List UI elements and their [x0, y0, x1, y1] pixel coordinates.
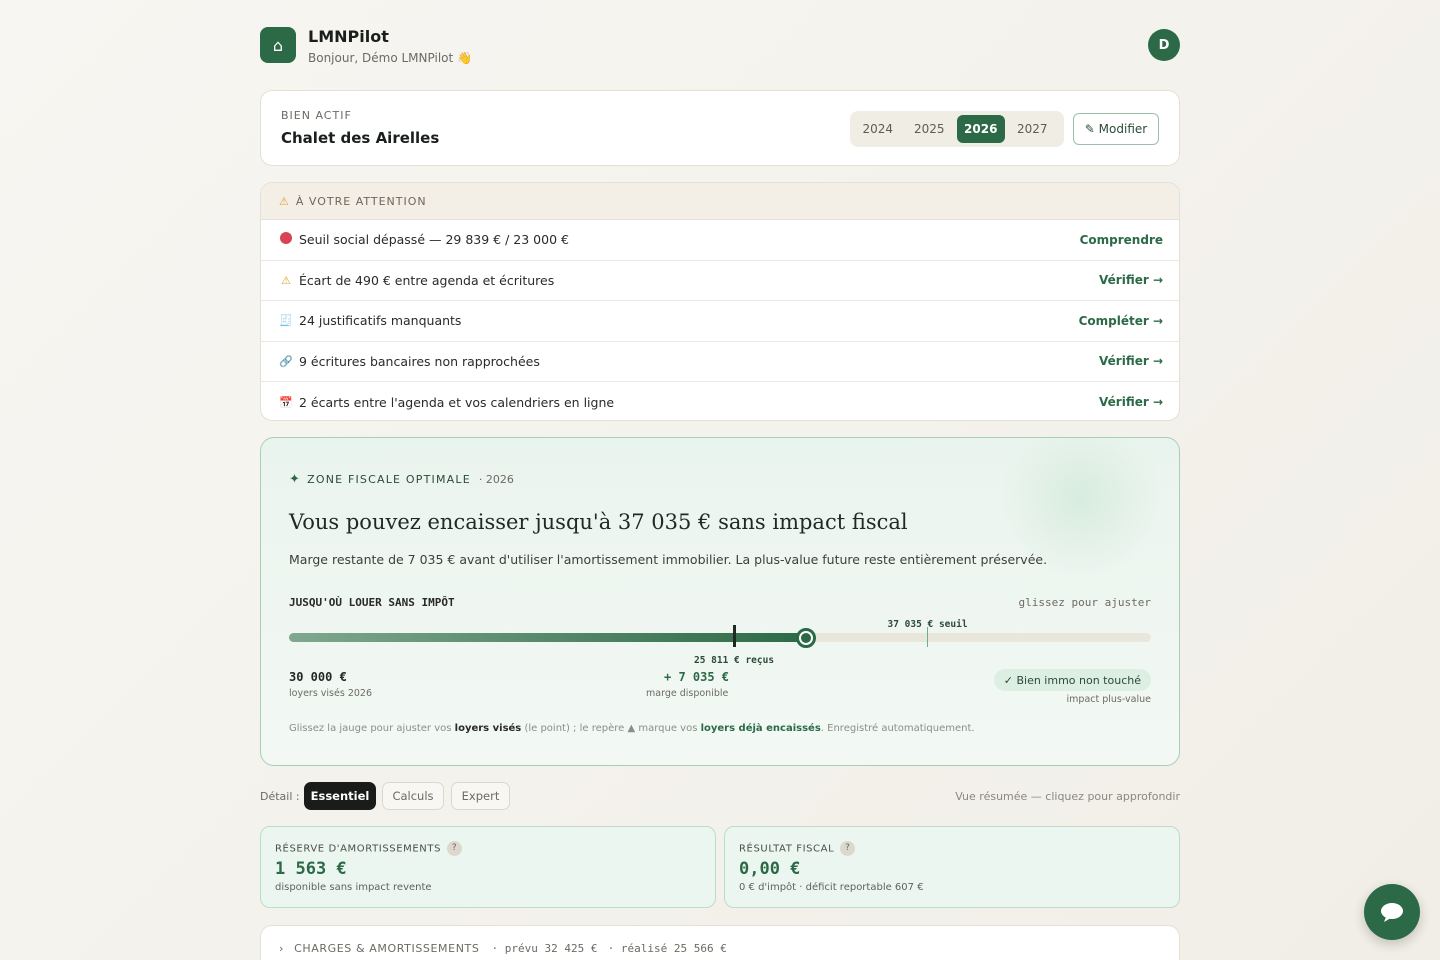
fiscal-zone-title: Vous pouvez encaisser jusqu'à 37 035 € s…: [289, 510, 908, 534]
detail-option-expert[interactable]: Expert: [451, 782, 510, 810]
attention-action-link[interactable]: Vérifier →: [1099, 395, 1163, 409]
attention-panel: ⚠ À VOTRE ATTENTION Seuil social dépassé…: [260, 182, 1180, 421]
chat-button[interactable]: [1364, 884, 1420, 940]
year-option-2024[interactable]: 2024: [854, 115, 902, 143]
modify-button[interactable]: ✎ Modifier: [1073, 113, 1159, 145]
margin-label: marge disponible: [646, 688, 729, 699]
gauge-help-text: Glissez la jauge pour ajuster vos loyers…: [289, 723, 975, 734]
fiscal-result-value: 0,00 €: [739, 859, 801, 879]
attention-item: Seuil social dépassé — 29 839 € / 23 000…: [261, 220, 1179, 261]
detail-hint: Vue résumée — cliquez pour approfondir: [955, 790, 1180, 803]
attention-item: ⚠ Écart de 490 € entre agenda et écritur…: [261, 261, 1179, 301]
depreciation-reserve-value: 1 563 €: [275, 859, 347, 879]
rent-gauge-fill: [289, 633, 807, 642]
target-rent-label: loyers visés 2026: [289, 688, 372, 699]
fiscal-zone-year: · 2026: [478, 473, 514, 486]
attention-item-text: 9 écritures bancaires non rapprochées: [299, 353, 540, 369]
attention-item: 📅 2 écarts entre l'agenda et vos calendr…: [261, 382, 1179, 420]
detail-option-calculs[interactable]: Calculs: [382, 782, 444, 810]
charges-realized: · réalisé 25 566 €: [607, 942, 727, 955]
active-property-card: BIEN ACTIF Chalet des Airelles 2024 2025…: [260, 90, 1180, 166]
home-logo-icon[interactable]: ⌂: [260, 27, 296, 63]
attention-item-text: 2 écarts entre l'agenda et vos calendrie…: [299, 394, 615, 410]
active-property-label: BIEN ACTIF: [281, 109, 352, 122]
target-rent-value: 30 000 €: [289, 670, 347, 684]
app-name: LMNPilot: [308, 27, 389, 46]
chevron-right-icon: ›: [279, 942, 284, 955]
warning-icon: ⚠: [281, 273, 291, 287]
warning-icon: ⚠: [279, 194, 290, 208]
property-untouched-badge: ✓ Bien immo non touché: [993, 669, 1151, 691]
fiscal-zone-tag: ✦ ZONE FISCALE OPTIMALE · 2026: [289, 472, 514, 487]
year-option-2025[interactable]: 2025: [906, 115, 954, 143]
greeting-text: Bonjour, Démo LMNPilot 👋: [308, 51, 472, 65]
attention-item-text: Seuil social dépassé — 29 839 € / 23 000…: [299, 232, 569, 248]
fiscal-zone-card: ✦ ZONE FISCALE OPTIMALE · 2026 Vous pouvez…: [260, 437, 1180, 766]
fiscal-result-sub: 0 € d'impôt · déficit reportable 607 €: [739, 882, 924, 893]
detail-option-essentiel[interactable]: Essentiel: [304, 782, 376, 810]
detail-level-selector: Détail : Essentiel Calculs Expert Vue ré…: [260, 782, 1180, 810]
detail-label: Détail :: [260, 790, 300, 803]
year-option-2027[interactable]: 2027: [1009, 115, 1057, 143]
sparkle-icon: ✦: [289, 472, 302, 487]
charges-section[interactable]: › CHARGES & AMORTISSEMENTS · prévu 32 42…: [260, 925, 1180, 960]
help-icon[interactable]: ?: [840, 841, 856, 856]
threshold-marker: [927, 627, 929, 647]
charges-title: CHARGES & AMORTISSEMENTS: [294, 942, 480, 955]
attention-item: 🔗 9 écritures bancaires non rapprochées …: [261, 342, 1179, 382]
rent-gauge-track[interactable]: [289, 625, 1151, 648]
depreciation-reserve-title: RÉSERVE D'AMORTISSEMENTS?: [275, 841, 463, 856]
fiscal-zone-tag-text: ZONE FISCALE OPTIMALE: [307, 473, 471, 486]
charges-header: › CHARGES & AMORTISSEMENTS · prévu 32 42…: [279, 942, 727, 955]
gauge-label: JUSQU'OÙ LOUER SANS IMPÔT: [289, 596, 455, 609]
gauge-slider-handle[interactable]: [796, 628, 817, 648]
attention-item-text: Écart de 490 € entre agenda et écritures: [299, 272, 555, 288]
attention-header: ⚠ À VOTRE ATTENTION: [261, 183, 1179, 220]
received-label: 25 811 € reçus: [693, 655, 775, 666]
attention-action-link[interactable]: Compléter →: [1079, 314, 1163, 328]
link-icon: 🔗: [279, 354, 293, 368]
attention-item-text: 24 justificatifs manquants: [299, 313, 462, 329]
attention-action-link[interactable]: Vérifier →: [1099, 273, 1163, 287]
receipt-icon: 🧾: [279, 314, 293, 328]
red-dot-icon: [279, 232, 293, 247]
active-property-name: Chalet des Airelles: [281, 129, 440, 147]
margin-value: + 7 035 €: [664, 670, 730, 684]
charges-planned: · prévu 32 425 €: [491, 942, 598, 955]
fiscal-result-card: RÉSULTAT FISCAL? 0,00 € 0 € d'impôt · dé…: [724, 826, 1180, 908]
depreciation-reserve-card: RÉSERVE D'AMORTISSEMENTS? 1 563 € dispon…: [260, 826, 716, 908]
received-marker: [732, 625, 736, 647]
fiscal-result-title: RÉSULTAT FISCAL?: [739, 841, 856, 856]
fiscal-zone-subtitle: Marge restante de 7 035 € avant d'utilis…: [289, 552, 1048, 567]
gauge-hint: glissez pour ajuster: [1018, 596, 1151, 609]
app-header: ⌂ LMNPilot Bonjour, Démo LMNPilot 👋 D: [260, 27, 1180, 67]
year-selector: 2024 2025 2026 2027: [850, 111, 1064, 147]
capital-gain-impact-label: impact plus-value: [1066, 694, 1151, 705]
attention-action-link[interactable]: Vérifier →: [1099, 354, 1163, 368]
chat-bubble-icon: [1381, 903, 1403, 922]
target-rent-term: loyers visés: [454, 723, 522, 734]
help-icon[interactable]: ?: [447, 841, 463, 856]
attention-title: À VOTRE ATTENTION: [295, 194, 427, 208]
attention-item: 🧾 24 justificatifs manquants Compléter →: [261, 301, 1179, 342]
calendar-icon: 📅: [279, 395, 293, 409]
avatar[interactable]: D: [1148, 29, 1180, 61]
received-rent-term: loyers déjà encaissés: [700, 723, 821, 734]
attention-action-link[interactable]: Comprendre: [1080, 233, 1163, 247]
depreciation-reserve-sub: disponible sans impact revente: [275, 882, 432, 893]
year-option-2026[interactable]: 2026: [957, 115, 1005, 143]
